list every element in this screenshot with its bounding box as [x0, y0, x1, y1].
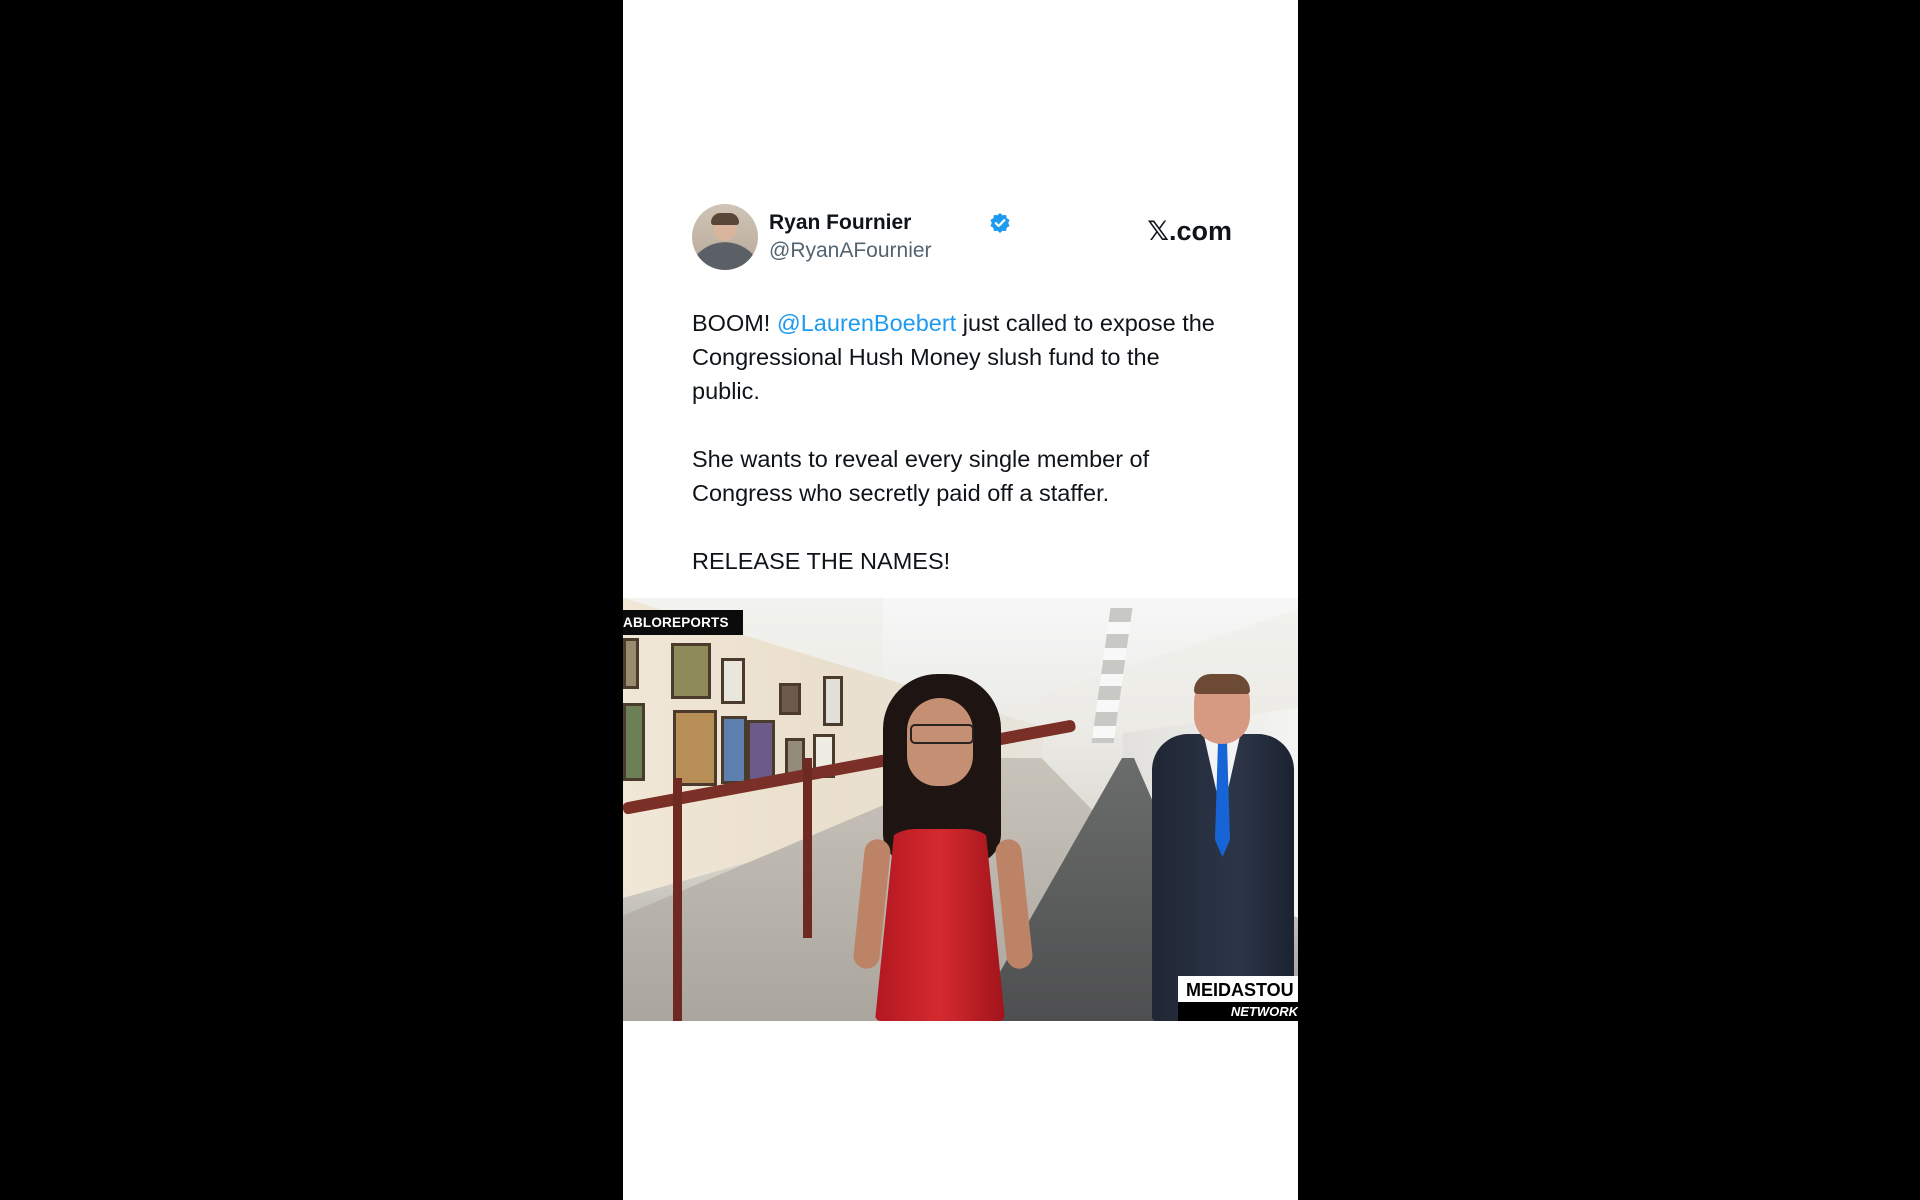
wall-painting — [671, 643, 711, 699]
tweet-text: BOOM! @LaurenBoebert just called to expo… — [692, 306, 1232, 578]
wall-painting — [623, 703, 645, 781]
wall-painting — [779, 683, 801, 715]
tweet-header: Ryan Fournier @RyanAFournier 𝕏.com — [692, 204, 1232, 270]
wall-painting — [721, 658, 745, 704]
wall-painting — [747, 720, 775, 782]
x-icon: 𝕏 — [1147, 216, 1169, 247]
brand-domain: .com — [1168, 216, 1232, 246]
railing-post — [803, 758, 812, 938]
man-figure — [1144, 674, 1294, 1021]
wall-painting — [721, 716, 747, 784]
watermark-bottom-sub: NETWORK — [1178, 1002, 1298, 1021]
wall-painting — [673, 710, 717, 786]
tweet-paragraph: She wants to reveal every single member … — [692, 446, 1150, 506]
avatar[interactable] — [692, 204, 758, 270]
x-logo: 𝕏.com — [1147, 216, 1232, 247]
tweet-text-segment: BOOM! — [692, 310, 777, 336]
video-frame[interactable]: ABLOREPORTS MEIDASTOU NETWORK — [623, 598, 1298, 1021]
watermark-top: ABLOREPORTS — [623, 610, 743, 635]
mention-link[interactable]: @LaurenBoebert — [777, 310, 956, 336]
tweet-paragraph: RELEASE THE NAMES! — [692, 548, 951, 574]
wall-painting — [823, 676, 843, 726]
woman-figure — [852, 674, 1034, 1021]
watermark-bottom-main: MEIDASTOU — [1186, 980, 1294, 1000]
watermark-bottom: MEIDASTOU NETWORK — [1178, 976, 1298, 1021]
display-name[interactable]: Ryan Fournier — [769, 211, 911, 235]
verified-badge-icon — [990, 213, 1010, 233]
post-frame: Ryan Fournier @RyanAFournier 𝕏.com BOOM!… — [623, 0, 1298, 1200]
wall-painting — [623, 638, 639, 689]
railing-post — [673, 778, 682, 1021]
tweet-paragraph: BOOM! @LaurenBoebert just called to expo… — [692, 306, 1232, 408]
handle[interactable]: @RyanAFournier — [769, 239, 932, 263]
